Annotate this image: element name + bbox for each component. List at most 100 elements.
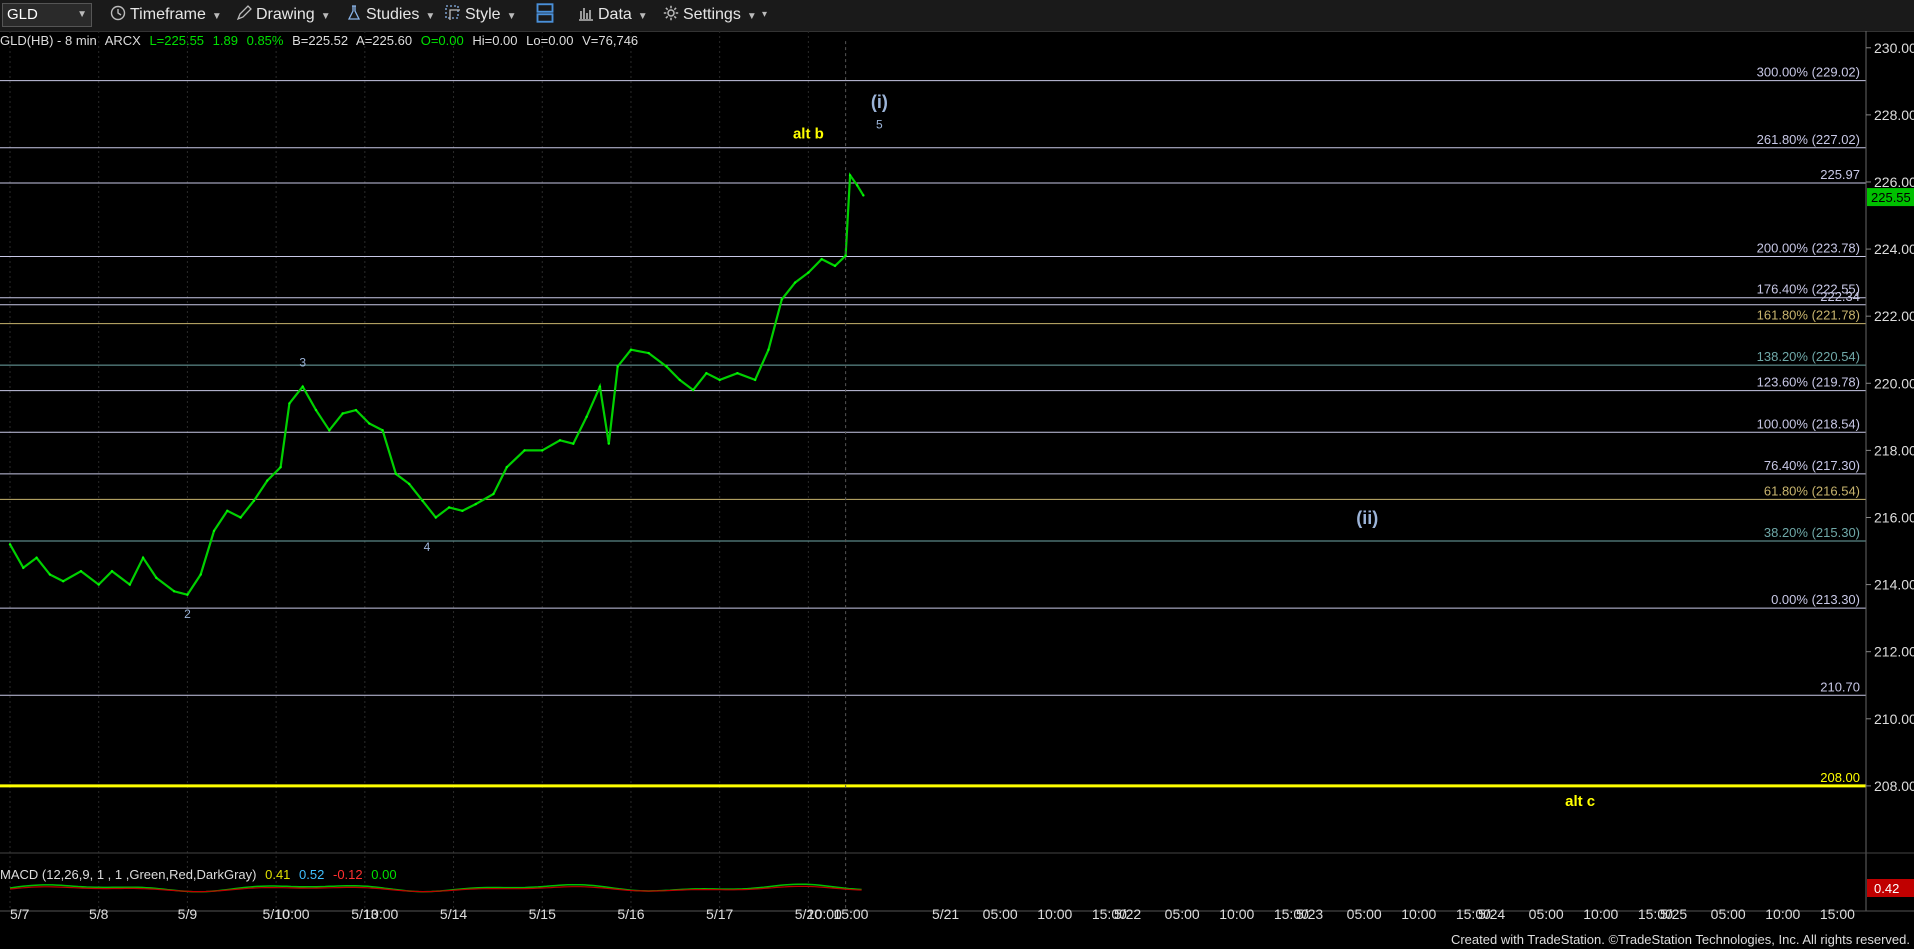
price-point [844,254,847,257]
gear-icon [663,5,679,21]
price-tick-label: 216.00 [1874,509,1914,525]
price-point [523,449,526,452]
legend-low: Lo=0.00 [526,33,574,48]
bar-chart-icon [579,8,593,21]
price-point [22,566,25,570]
price-point [212,529,216,533]
style-label: Style [465,6,501,23]
macd-v2: 0.52 [299,867,325,882]
level-label: 161.80% (221.78) [1757,308,1860,323]
price-point [793,281,797,284]
price-point [381,429,384,432]
chevron-down-icon: ▼ [320,11,331,22]
time-tick-label: 5/8 [89,906,109,922]
drawing-button[interactable]: Drawing ▼ [236,3,331,27]
chevron-down-icon: ▼ [425,11,436,22]
time-tick-label: 10:00 [275,906,310,922]
price-point [62,580,65,583]
price-point [807,271,810,274]
price-point [718,378,721,382]
wave-label: 3 [299,356,306,370]
price-point [848,174,852,177]
time-tick-label: 05:00 [983,906,1018,922]
time-tick-label: 5/21 [932,906,959,922]
time-tick-label: 15:00 [833,906,868,922]
level-label: 210.70 [1820,679,1860,694]
legend-change: 1.89 [212,33,238,48]
price-point [492,492,495,496]
level-label: 225.97 [1820,167,1860,182]
price-point [665,365,668,368]
legend-last: L=225.55 [149,33,205,48]
studies-button[interactable]: Studies ▼ [346,3,435,27]
price-point [407,482,411,486]
time-tick-label: 5/9 [178,906,198,922]
price-point [421,499,424,502]
settings-button[interactable]: Settings ▼ [663,3,757,27]
price-chart[interactable]: 300.00% (229.02)261.80% (227.02)225.9720… [0,31,1914,949]
level-label: 222.34 [1820,289,1860,304]
price-point [691,388,695,392]
time-tick-label: 5/22 [1114,906,1141,922]
level-label: 61.80% (216.54) [1764,483,1860,498]
price-point [434,516,437,519]
price-point [647,351,650,355]
macd-v3: -0.12 [332,867,363,882]
time-tick-label: 10:00 [1583,906,1618,922]
time-tick-label: 15:00 [1820,906,1855,922]
price-tick-label: 226.00 [1874,174,1914,190]
time-tick-label: 10:00 [1037,906,1072,922]
macd-label: MACD (12,26,9, 1 , 1 ,Green,Red,DarkGray… [0,867,257,882]
price-axis: 230.00 228.00 226.00 224.00 222.00 220.00 218.… [1865,31,1914,911]
price-point [767,348,770,351]
style-button[interactable]: Style ▼ [445,3,516,27]
price-point [8,543,12,546]
level-label: 138.20% (220.54) [1757,349,1860,364]
price-point [541,449,544,452]
price-point [279,465,282,469]
overflow-caret[interactable]: ▾ [762,3,767,27]
price-tick-label: 230.00 [1874,40,1914,56]
price-point [155,576,158,580]
price-point [172,590,176,593]
time-gridlines [9,31,809,911]
price-point [252,499,256,502]
time-tick-label: 10:00 [1765,906,1800,922]
settings-label: Settings [683,6,741,23]
layout-button[interactable] [535,3,559,27]
time-tick-label: 5/16 [617,906,644,922]
time-axis: 5/7 5/8 5/9 5/1010:00 5/1310:00 5/14 5/15 5/16 5… [0,906,1914,922]
data-button[interactable]: Data ▼ [578,3,648,27]
last-price-label: 225.55 [1871,190,1911,205]
price-point [128,583,131,586]
fib-levels: 300.00% (229.02)261.80% (227.02)225.9720… [0,65,1866,788]
wave-label: (ii) [1356,508,1378,528]
wave-label: 5 [876,117,883,131]
time-tick-label: 5/23 [1296,906,1323,922]
macd-legend: MACD (12,26,9, 1 , 1 ,Green,Red,DarkGray… [0,867,402,882]
timeframe-button[interactable]: Timeframe ▼ [110,3,222,27]
wave-label: alt c [1565,793,1595,810]
legend-name: GLD(HB) - 8 min [0,33,97,48]
time-tick-label: 5/7 [10,906,30,922]
price-point [328,429,331,432]
price-point [558,439,562,442]
price-point [35,556,38,559]
price-point [629,348,633,351]
price-point [394,472,398,476]
symbol-input[interactable]: GLD ▼ [2,3,92,27]
time-tick-label: 5/24 [1478,906,1505,922]
price-point [79,569,83,573]
price-point [585,415,588,419]
time-tick-label: 5/15 [529,906,556,922]
chevron-down-icon: ▼ [506,11,517,22]
price-tick-label: 212.00 [1874,644,1914,660]
legend-volume: V=76,746 [582,33,639,48]
chevron-down-icon: ▼ [77,9,87,20]
price-point [705,372,708,375]
footer-credit: Created with TradeStation. ©TradeStation… [1446,930,1914,949]
time-tick-label: 10:00 [1401,906,1436,922]
symbol-legend: GLD(HB) - 8 min ARCX L=225.55 1.89 0.85%… [0,33,643,48]
studies-label: Studies [366,6,420,23]
price-point [288,402,291,405]
